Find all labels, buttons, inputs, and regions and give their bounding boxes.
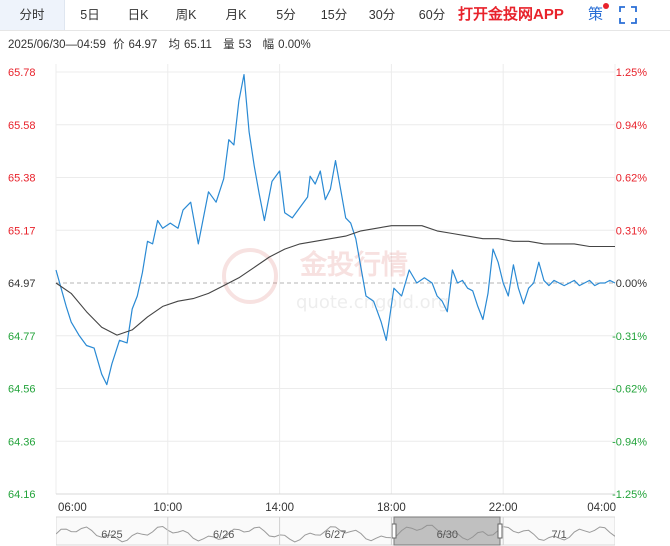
navigator-date-label: 6/27: [325, 529, 346, 541]
navigator-handle-right: [497, 523, 503, 539]
y-right-tick-label: 1.25%: [616, 67, 647, 79]
y-left-tick-label: 65.78: [8, 67, 36, 79]
y-left-tick-label: 65.58: [8, 120, 36, 132]
time-navigator[interactable]: 6/25 6/26 6/27 6/30 7/1: [56, 516, 615, 546]
y-left-tick-label: 65.38: [8, 173, 36, 185]
navigator-date-label: 6/25: [101, 529, 122, 541]
y-right-tick-label: 0.62%: [616, 173, 647, 185]
navigator-date-label: 6/30: [437, 529, 458, 541]
y-right-tick-label: -1.25%: [612, 489, 647, 501]
watermark-url: quote.cngold.org: [296, 292, 449, 313]
y-left-tick-label: 64.36: [8, 436, 36, 448]
x-tick-label: 14:00: [265, 502, 294, 514]
navigator-date-label: 6/26: [213, 529, 234, 541]
y-left-tick-label: 64.56: [8, 384, 36, 396]
y-right-tick-label: -0.62%: [612, 384, 647, 396]
x-tick-label: 22:00: [489, 502, 518, 514]
navigator-date-label: 7/1: [551, 529, 566, 541]
y-right-tick-label: 0.31%: [616, 225, 647, 237]
x-tick-label: 10:00: [153, 502, 182, 514]
y-left-tick-label: 64.16: [8, 489, 36, 501]
x-tick-label: 04:00: [587, 502, 616, 514]
y-right-tick-label: 0.00%: [616, 278, 647, 290]
watermark-text: 金投行情: [299, 249, 408, 281]
x-tick-label: 06:00: [58, 502, 87, 514]
x-tick-label: 18:00: [377, 502, 406, 514]
y-right-tick-label: -0.94%: [612, 436, 647, 448]
price-line: [55, 73, 616, 386]
y-right-tick-label: 0.94%: [616, 120, 647, 132]
y-left-tick-label: 64.97: [8, 278, 36, 290]
y-left-tick-label: 65.17: [8, 225, 36, 237]
intraday-chart[interactable]: 65.78 1.25% 65.58 0.94% 65.38 0.62% 65.17 0.31%…: [0, 0, 670, 546]
navigator-handle-left: [391, 523, 397, 539]
y-right-tick-label: -0.31%: [612, 331, 647, 343]
y-left-tick-label: 64.77: [8, 331, 36, 343]
